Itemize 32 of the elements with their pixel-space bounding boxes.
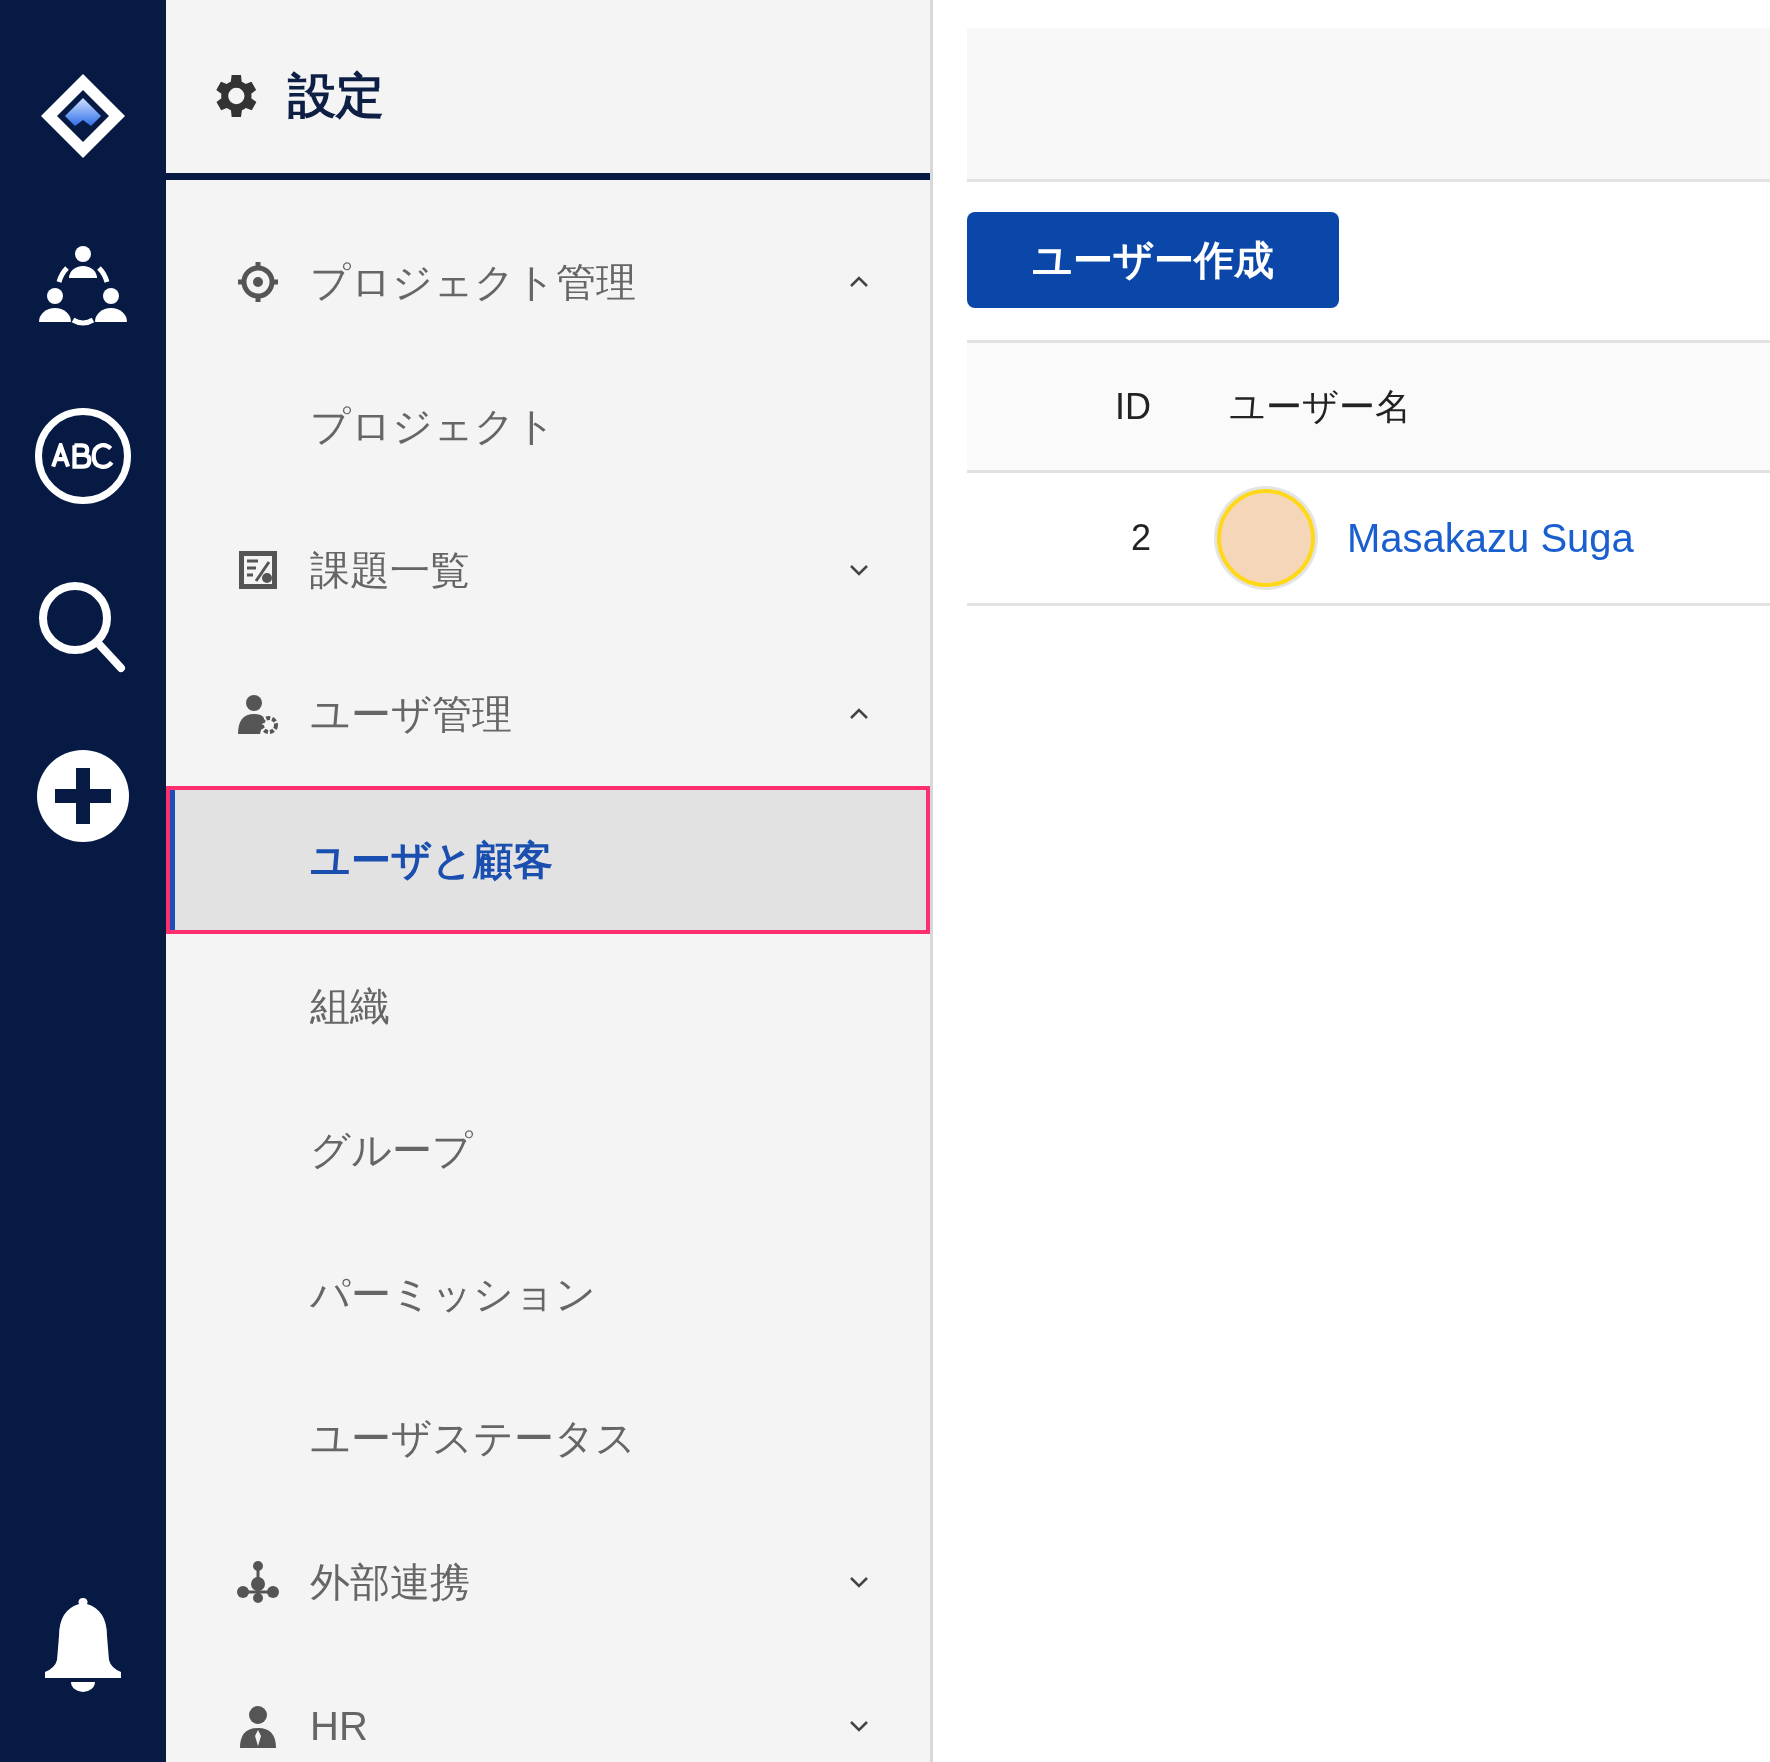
user-name-link[interactable]: Masakazu Suga — [1347, 508, 1634, 568]
chevron-down-icon[interactable] — [848, 1719, 870, 1733]
menu-group-label: プロジェクト管理 — [310, 259, 637, 306]
menu-group[interactable]: 課題一覧 — [166, 498, 930, 642]
plus-circle-icon[interactable] — [35, 748, 131, 844]
network-nodes-icon — [236, 1560, 280, 1604]
column-header: ID — [1114, 384, 1151, 429]
chevron-up-icon[interactable] — [848, 707, 870, 721]
menu-item[interactable]: プロジェクト — [166, 354, 930, 498]
menu-group[interactable]: ユーザ管理 — [166, 642, 930, 786]
chevron-down-icon[interactable] — [848, 1575, 870, 1589]
list-chart-icon — [236, 548, 280, 592]
chevron-down-icon[interactable] — [848, 563, 870, 577]
chevron-up-icon[interactable] — [848, 275, 870, 289]
menu-item[interactable]: グループ — [166, 1078, 930, 1222]
create-user-button[interactable]: ユーザー作成 — [967, 212, 1339, 308]
column-header: ユーザー名 — [1229, 384, 1411, 429]
panel-title: 設定 — [288, 67, 384, 124]
menu-item[interactable]: ユーザと顧客 — [166, 786, 930, 934]
menu-group[interactable]: プロジェクト管理 — [166, 210, 930, 354]
menu-item[interactable]: パーミッション — [166, 1222, 930, 1366]
menu-item[interactable]: 組織 — [166, 934, 930, 1078]
menu-group-label: 課題一覧 — [310, 547, 471, 594]
menu-item[interactable]: ユーザステータス — [166, 1366, 930, 1510]
table-cell-text: 2 — [1129, 516, 1151, 560]
user-gear-icon — [236, 692, 280, 736]
menu-group-label: 外部連携 — [310, 1559, 471, 1606]
menu-group[interactable]: HR — [166, 1654, 930, 1762]
menu-group[interactable]: 外部連携 — [166, 1510, 930, 1654]
menu-group-label: ユーザ管理 — [310, 691, 513, 738]
target-icon — [236, 260, 280, 304]
menu-group-label: HR — [310, 1703, 369, 1750]
